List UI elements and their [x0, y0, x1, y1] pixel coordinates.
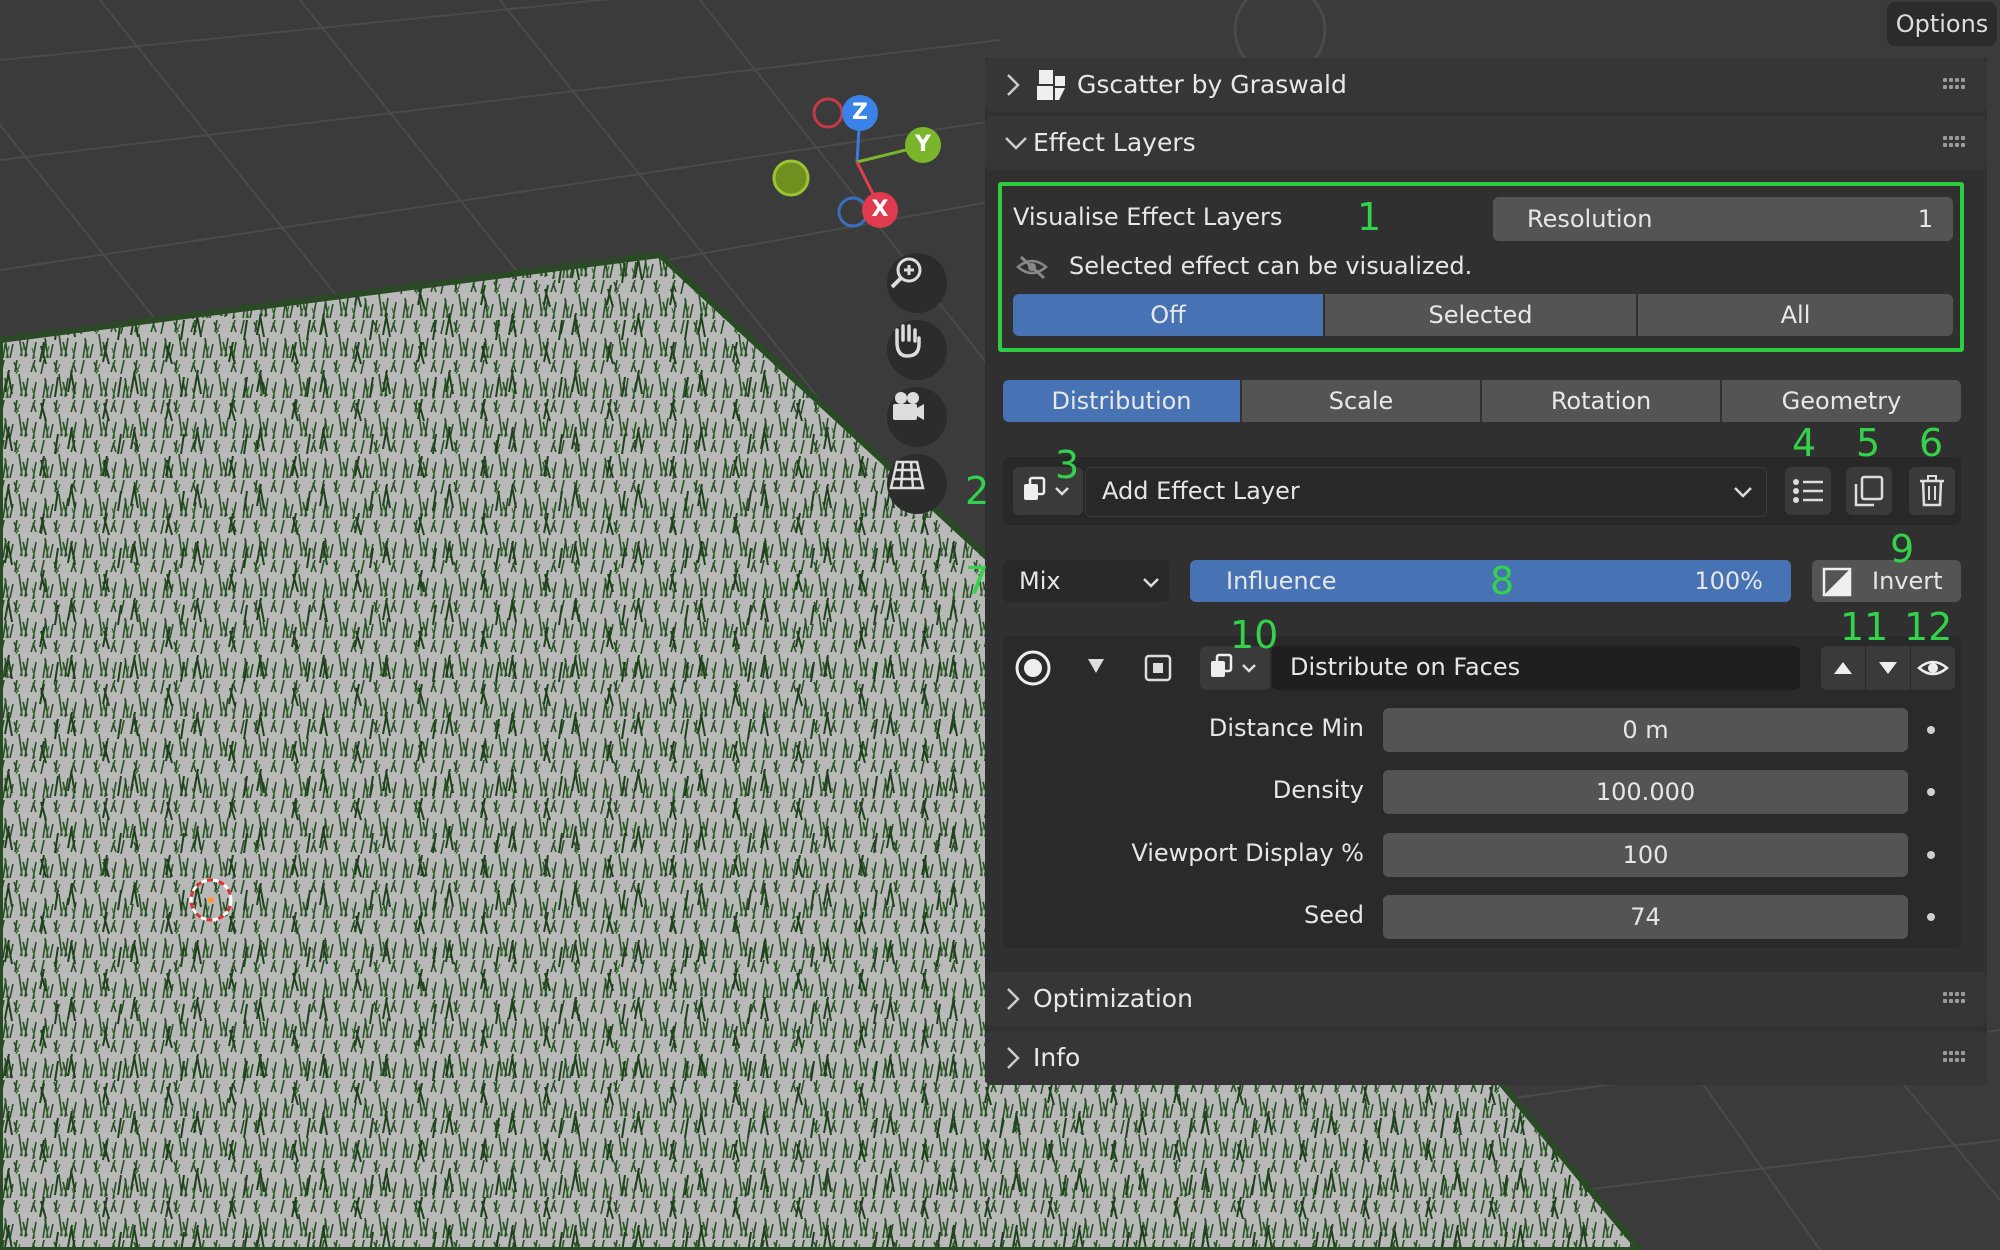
panel-header-optimization[interactable]: Optimization [985, 972, 1987, 1026]
blend-mode-dropdown[interactable]: Mix [1003, 560, 1169, 602]
annotation-4: 4 [1792, 421, 1817, 465]
gizmo-z-axis[interactable]: Z [842, 95, 878, 131]
prop-field-viewport-display[interactable]: 100 [1383, 833, 1908, 877]
delete-layer-button[interactable] [1909, 467, 1955, 515]
influence-value: 100% [1694, 567, 1763, 595]
panel-header-gscatter[interactable]: Gscatter by Graswald [985, 58, 1987, 112]
visualise-label: Visualise Effect Layers [1013, 203, 1283, 231]
zoom-icon [890, 257, 922, 289]
checkbox-icon[interactable] [1143, 653, 1173, 683]
invert-toggle[interactable]: Invert [1812, 560, 1961, 602]
eye-hidden-icon [1016, 255, 1048, 280]
tab-rotation[interactable]: Rotation [1482, 380, 1720, 422]
visualise-message: Selected effect can be visualized. [1069, 252, 1473, 280]
camera-view-button[interactable] [887, 387, 947, 447]
invert-icon [1822, 567, 1852, 597]
hand-icon [895, 324, 921, 358]
influence-label: Influence [1226, 567, 1337, 595]
chevron-down-icon [1005, 137, 1027, 150]
gscatter-logo-icon [1037, 70, 1065, 100]
add-effect-layer-label: Add Effect Layer [1102, 477, 1300, 505]
collapse-triangle-icon[interactable] [1085, 655, 1107, 677]
move-up-button[interactable] [1821, 646, 1865, 690]
arrow-up-icon [1834, 662, 1852, 674]
resolution-field[interactable]: Resolution 1 [1493, 197, 1953, 241]
arrow-down-icon [1879, 662, 1897, 674]
pan-button[interactable] [887, 320, 947, 380]
annotation-12: 12 [1904, 605, 1953, 649]
radio-selected-icon[interactable] [1013, 648, 1053, 688]
panel-title: Info [1033, 1043, 1081, 1072]
visualise-mode-selected[interactable]: Selected [1325, 294, 1636, 336]
zoom-button[interactable] [887, 253, 947, 313]
prop-label-seed: Seed [1304, 901, 1364, 929]
tab-scale[interactable]: Scale [1242, 380, 1480, 422]
move-down-button[interactable] [1866, 646, 1910, 690]
chevron-right-icon [1007, 1047, 1020, 1069]
visibility-button[interactable] [1911, 646, 1955, 690]
layer-list-button[interactable] [1785, 467, 1831, 515]
annotation-7: 7 [965, 559, 990, 603]
annotation-11: 11 [1840, 605, 1889, 649]
camera-icon [893, 392, 924, 420]
ortho-toggle-button[interactable] [887, 454, 947, 514]
effect-name-field[interactable]: Distribute on Faces [1272, 646, 1800, 690]
trash-icon [1920, 475, 1944, 507]
keyframe-dot[interactable] [1927, 726, 1935, 734]
prop-label-distance-min: Distance Min [1208, 714, 1364, 742]
chevron-down-icon [1143, 578, 1159, 588]
annotation-2: 2 [965, 469, 990, 513]
resolution-label: Resolution [1527, 205, 1653, 233]
invert-label: Invert [1872, 567, 1943, 595]
annotation-5: 5 [1856, 421, 1881, 465]
prop-field-distance-min[interactable]: 0 m [1383, 708, 1908, 752]
panel-header-info[interactable]: Info [985, 1031, 1987, 1085]
blend-mode-value: Mix [1019, 567, 1061, 595]
panel-title: Optimization [1033, 984, 1193, 1013]
prop-field-density[interactable]: 100.000 [1383, 770, 1908, 814]
keyframe-dot[interactable] [1927, 913, 1935, 921]
duplicate-layer-button[interactable] [1846, 467, 1892, 515]
annotation-8: 8 [1490, 559, 1515, 603]
prop-field-seed[interactable]: 74 [1383, 895, 1908, 939]
panel-header-effect-layers[interactable]: Effect Layers [985, 116, 1987, 170]
drag-handle[interactable] [1943, 136, 1965, 148]
drag-handle[interactable] [1943, 992, 1965, 1004]
prop-label-viewport-display: Viewport Display % [1131, 839, 1364, 867]
tab-geometry[interactable]: Geometry [1722, 380, 1961, 422]
grid-icon [889, 460, 925, 490]
panel-title: Effect Layers [1033, 128, 1196, 157]
drag-handle[interactable] [1943, 78, 1965, 90]
visualise-mode-off[interactable]: Off [1013, 294, 1323, 336]
annotation-10: 10 [1230, 613, 1279, 657]
eye-icon [1917, 660, 1949, 676]
chevron-right-icon [1007, 74, 1020, 96]
prop-label-density: Density [1272, 776, 1364, 804]
effect-name: Distribute on Faces [1290, 653, 1521, 681]
chevron-right-icon [1007, 988, 1020, 1010]
visualise-mode-all[interactable]: All [1638, 294, 1953, 336]
gizmo-y-axis[interactable]: Y [905, 127, 941, 163]
annotation-9: 9 [1890, 527, 1915, 571]
options-button[interactable]: Options [1887, 2, 1997, 46]
duplicate-icon [1854, 475, 1884, 507]
drag-handle[interactable] [1943, 1051, 1965, 1063]
annotation-6: 6 [1919, 421, 1944, 465]
tab-distribution[interactable]: Distribution [1003, 380, 1240, 422]
annotation-1: 1 [1357, 195, 1382, 239]
resolution-value: 1 [1917, 205, 1933, 233]
chevron-down-icon [1734, 487, 1752, 498]
panel-title: Gscatter by Graswald [1077, 70, 1347, 99]
keyframe-dot[interactable] [1927, 788, 1935, 796]
list-icon [1793, 479, 1823, 503]
keyframe-dot[interactable] [1927, 851, 1935, 859]
add-effect-layer-dropdown[interactable]: Add Effect Layer [1085, 467, 1767, 517]
gizmo-x-axis[interactable]: X [862, 192, 898, 228]
annotation-3: 3 [1055, 443, 1080, 487]
